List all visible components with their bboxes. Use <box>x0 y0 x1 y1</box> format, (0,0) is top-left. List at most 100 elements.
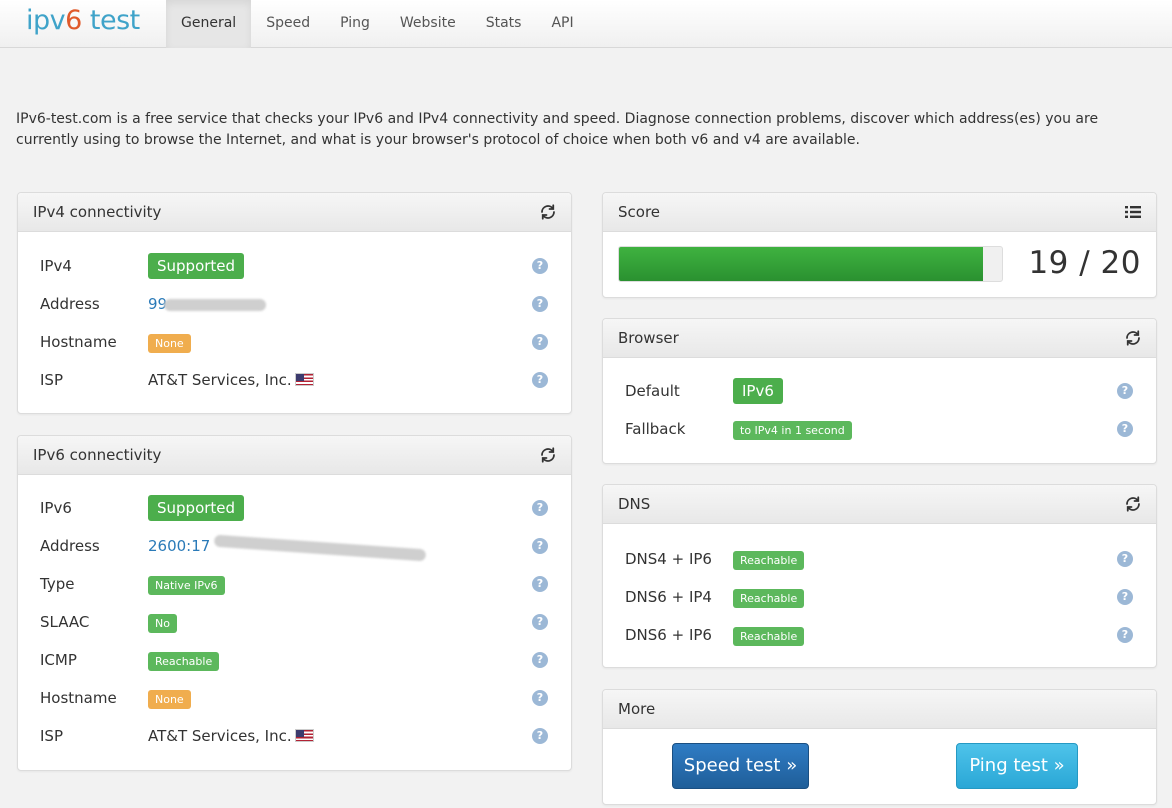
navbar: ipv6 test General Speed Ping Website Sta… <box>0 0 1172 48</box>
ipv4-hostname-row: Hostname None ? <box>18 329 571 355</box>
dns-status-badge: Reachable <box>733 551 805 570</box>
hostname-label: Hostname <box>40 689 117 707</box>
help-icon[interactable]: ? <box>532 258 548 274</box>
ipv6-panel: IPv6 connectivity IPv6 Supported ? Addre… <box>17 435 572 771</box>
help-icon[interactable]: ? <box>532 728 548 744</box>
browser-fallback-row: Fallback to IPv4 in 1 second ? <box>603 416 1156 442</box>
ipv4-status-badge: Supported <box>148 253 245 279</box>
help-icon[interactable]: ? <box>1117 383 1133 399</box>
site-logo[interactable]: ipv6 test <box>26 5 140 36</box>
ping-test-button[interactable]: Ping test » <box>956 743 1078 789</box>
browser-panel-heading: Browser <box>603 319 1156 358</box>
refresh-icon[interactable] <box>1124 495 1142 513</box>
ipv4-isp-row: ISP AT&T Services, Inc. ? <box>18 367 571 393</box>
help-icon[interactable]: ? <box>532 500 548 516</box>
help-icon[interactable]: ? <box>532 652 548 668</box>
help-icon[interactable]: ? <box>1117 627 1133 643</box>
isp-value: AT&T Services, Inc. <box>148 371 292 389</box>
dns-status-badge: Reachable <box>733 589 805 608</box>
nav-tab-api[interactable]: API <box>536 0 588 48</box>
dns-label: DNS6 + IP6 <box>625 626 712 644</box>
address-label: Address <box>40 295 100 313</box>
icmp-badge: Reachable <box>148 652 220 671</box>
dns-panel: DNS DNS4 + IP6 Reachable ? DNS6 + IP4 Re… <box>602 484 1157 668</box>
ipv6-panel-title: IPv6 connectivity <box>33 446 162 464</box>
more-panel-heading: More <box>603 690 1156 729</box>
redaction-mark <box>164 299 266 311</box>
ipv4-label: IPv4 <box>40 257 72 275</box>
hostname-badge: None <box>148 334 191 353</box>
slaac-label: SLAAC <box>40 613 90 631</box>
score-panel: Score 19 / 20 <box>602 192 1157 298</box>
ipv6-icmp-row: ICMP Reachable ? <box>18 647 571 673</box>
browser-default-row: Default IPv6 ? <box>603 378 1156 404</box>
ipv6-row: IPv6 Supported ? <box>18 495 571 521</box>
dns-panel-title: DNS <box>618 495 651 513</box>
hostname-badge: None <box>148 690 191 709</box>
type-label: Type <box>40 575 75 593</box>
address-label: Address <box>40 537 100 555</box>
score-panel-heading: Score <box>603 193 1156 232</box>
nav-tab-speed[interactable]: Speed <box>251 0 325 48</box>
ipv6-isp-row: ISP AT&T Services, Inc. ? <box>18 723 571 749</box>
help-icon[interactable]: ? <box>532 614 548 630</box>
isp-value: AT&T Services, Inc. <box>148 727 292 745</box>
main-nav: General Speed Ping Website Stats API <box>166 0 589 48</box>
nav-tab-stats[interactable]: Stats <box>471 0 537 48</box>
type-badge: Native IPv6 <box>148 576 225 595</box>
help-icon[interactable]: ? <box>532 372 548 388</box>
nav-tab-general[interactable]: General <box>166 0 252 48</box>
default-protocol-badge: IPv6 <box>733 378 783 404</box>
us-flag-icon <box>294 729 314 742</box>
help-icon[interactable]: ? <box>1117 551 1133 567</box>
us-flag-icon <box>294 373 314 386</box>
ipv6-address-link[interactable]: 2600:17 <box>148 537 210 555</box>
help-icon[interactable]: ? <box>1117 421 1133 437</box>
dns-label: DNS4 + IP6 <box>625 550 712 568</box>
ipv4-row: IPv4 Supported ? <box>18 253 571 279</box>
ipv6-hostname-row: Hostname None ? <box>18 685 571 711</box>
slaac-badge: No <box>148 614 177 633</box>
more-panel: More Speed test » Ping test » <box>602 689 1157 805</box>
help-icon[interactable]: ? <box>532 576 548 592</box>
dns-row: DNS4 + IP6 Reachable ? <box>603 546 1156 572</box>
intro-text: IPv6-test.com is a free service that che… <box>16 111 1099 148</box>
score-panel-title: Score <box>618 203 661 221</box>
dns-panel-heading: DNS <box>603 485 1156 524</box>
ipv6-slaac-row: SLAAC No ? <box>18 609 571 635</box>
ipv4-panel: IPv4 connectivity IPv4 Supported ? Addre… <box>17 192 572 414</box>
fallback-label: Fallback <box>625 420 686 438</box>
refresh-icon[interactable] <box>539 203 557 221</box>
isp-label: ISP <box>40 371 63 389</box>
dns-label: DNS6 + IP4 <box>625 588 712 606</box>
isp-label: ISP <box>40 727 63 745</box>
help-icon[interactable]: ? <box>1117 589 1133 605</box>
help-icon[interactable]: ? <box>532 690 548 706</box>
nav-tab-ping[interactable]: Ping <box>325 0 385 48</box>
help-icon[interactable]: ? <box>532 334 548 350</box>
ipv4-address-row: Address 99. ? <box>18 291 571 317</box>
ipv6-address-row: Address 2600:17 ? <box>18 533 571 562</box>
refresh-icon[interactable] <box>539 446 557 464</box>
score-progress-bar <box>618 246 1003 282</box>
ipv6-panel-heading: IPv6 connectivity <box>18 436 571 475</box>
nav-tab-website[interactable]: Website <box>385 0 471 48</box>
refresh-icon[interactable] <box>1124 329 1142 347</box>
ipv6-type-row: Type Native IPv6 ? <box>18 571 571 597</box>
dns-row: DNS6 + IP6 Reachable ? <box>603 622 1156 648</box>
help-icon[interactable]: ? <box>532 296 548 312</box>
redaction-mark <box>213 534 427 562</box>
list-icon[interactable] <box>1124 203 1142 221</box>
ipv4-panel-heading: IPv4 connectivity <box>18 193 571 232</box>
browser-panel-title: Browser <box>618 329 679 347</box>
browser-panel: Browser Default IPv6 ? Fallback to IPv4 … <box>602 318 1157 464</box>
fallback-badge: to IPv4 in 1 second <box>733 421 852 440</box>
ipv6-label: IPv6 <box>40 499 72 517</box>
speed-test-button[interactable]: Speed test » <box>672 743 809 789</box>
help-icon[interactable]: ? <box>532 538 548 554</box>
icmp-label: ICMP <box>40 651 77 669</box>
score-value: 19 / 20 <box>1028 245 1141 281</box>
ipv4-panel-title: IPv4 connectivity <box>33 203 162 221</box>
dns-row: DNS6 + IP4 Reachable ? <box>603 584 1156 610</box>
more-panel-title: More <box>618 700 656 718</box>
